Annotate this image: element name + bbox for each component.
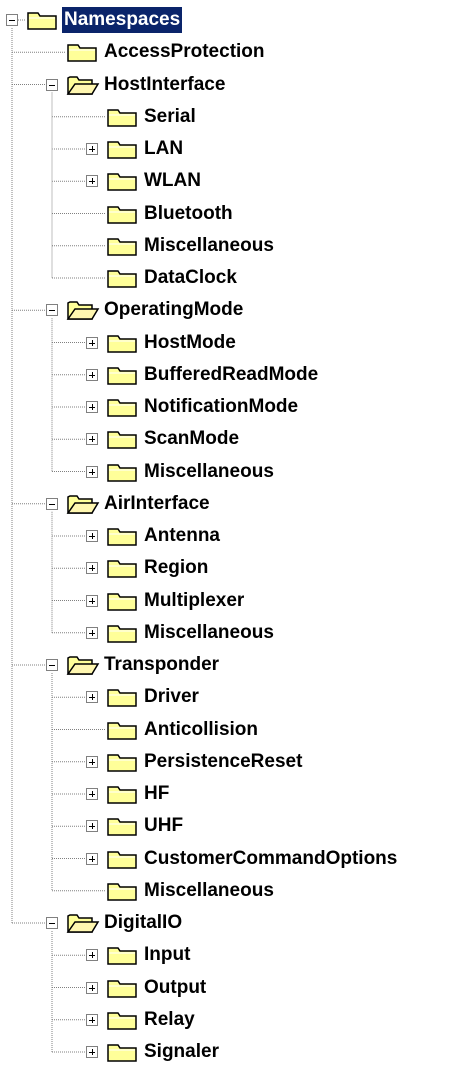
- tree-node-serial[interactable]: Serial: [142, 104, 198, 130]
- expand-toggle-host-mode[interactable]: [86, 336, 98, 349]
- expand-toggle-notification-mode[interactable]: [86, 401, 98, 413]
- folder-icon[interactable]: [106, 105, 140, 129]
- tree-node-notification-mode[interactable]: NotificationMode: [142, 394, 300, 420]
- tree-node-namespaces[interactable]: Namespaces: [62, 7, 183, 33]
- folder-icon[interactable]: [106, 943, 140, 967]
- folder-icon[interactable]: [106, 137, 140, 161]
- tree-node-scan-mode[interactable]: ScanMode: [142, 426, 241, 452]
- expand-toggle-customer-command-options[interactable]: [86, 852, 98, 865]
- tree-node-lan[interactable]: LAN: [142, 136, 185, 162]
- folder-icon[interactable]: [106, 427, 140, 451]
- folder-icon[interactable]: [106, 879, 140, 903]
- expand-toggle-hf[interactable]: [86, 788, 98, 800]
- expand-toggle-driver[interactable]: [86, 691, 98, 704]
- folder-icon[interactable]: [106, 363, 140, 387]
- tree-node-miscellaneous[interactable]: Miscellaneous: [142, 620, 276, 646]
- folder-icon[interactable]: [106, 1040, 140, 1064]
- collapse-toggle-operating-mode[interactable]: [46, 304, 58, 317]
- namespace-tree: Namespaces AccessProtection HostInterface S…: [0, 0, 458, 1062]
- folder-icon[interactable]: [106, 847, 140, 871]
- collapse-toggle-transponder[interactable]: [46, 659, 58, 671]
- expand-toggle-scan-mode[interactable]: [86, 433, 98, 446]
- tree-node-wlan[interactable]: WLAN: [142, 168, 203, 194]
- folder-icon[interactable]: [106, 750, 140, 774]
- expand-toggle-lan[interactable]: [86, 143, 98, 155]
- folder-icon[interactable]: [106, 460, 140, 484]
- expand-toggle-relay[interactable]: [86, 1013, 98, 1026]
- expand-toggle-input[interactable]: [86, 949, 98, 962]
- folder-icon[interactable]: [106, 1008, 140, 1032]
- collapse-toggle-air-interface[interactable]: [46, 497, 58, 510]
- folder-icon[interactable]: [106, 718, 140, 742]
- tree-node-miscellaneous[interactable]: Miscellaneous: [142, 233, 276, 259]
- tree-node-persistence-reset[interactable]: PersistenceReset: [142, 749, 304, 775]
- folder-icon[interactable]: [106, 589, 140, 613]
- tree-node-miscellaneous[interactable]: Miscellaneous: [142, 878, 276, 904]
- tree-node-output[interactable]: Output: [142, 975, 208, 1001]
- collapse-toggle-digital-io[interactable]: [46, 917, 58, 929]
- tree-node-transponder[interactable]: Transponder: [102, 652, 221, 678]
- folder-icon[interactable]: [106, 524, 140, 548]
- folder-icon[interactable]: [66, 911, 100, 935]
- folder-icon[interactable]: [106, 169, 140, 193]
- folder-icon[interactable]: [106, 234, 140, 258]
- tree-node-customer-command-options[interactable]: CustomerCommandOptions: [142, 846, 399, 872]
- tree-node-uhf[interactable]: UHF: [142, 813, 185, 839]
- folder-icon[interactable]: [106, 685, 140, 709]
- folder-icon[interactable]: [106, 266, 140, 290]
- expand-toggle-wlan[interactable]: [86, 175, 98, 188]
- tree-node-data-clock[interactable]: DataClock: [142, 265, 239, 291]
- folder-icon[interactable]: [66, 653, 100, 677]
- expand-toggle-miscellaneous[interactable]: [86, 626, 98, 639]
- tree-node-anticollision[interactable]: Anticollision: [142, 717, 260, 743]
- tree-node-air-interface[interactable]: AirInterface: [102, 491, 212, 517]
- expand-toggle-uhf[interactable]: [86, 820, 98, 833]
- tree-node-buffered-read-mode[interactable]: BufferedReadMode: [142, 362, 320, 388]
- tree-node-hf[interactable]: HF: [142, 781, 171, 807]
- tree-node-driver[interactable]: Driver: [142, 684, 201, 710]
- expand-toggle-buffered-read-mode[interactable]: [86, 368, 98, 381]
- folder-icon[interactable]: [66, 298, 100, 322]
- folder-icon[interactable]: [66, 492, 100, 516]
- expand-toggle-region[interactable]: [86, 562, 98, 575]
- folder-icon[interactable]: [106, 202, 140, 226]
- tree-node-operating-mode[interactable]: OperatingMode: [102, 297, 245, 323]
- expand-toggle-signaler[interactable]: [86, 1046, 98, 1058]
- folder-icon[interactable]: [26, 8, 60, 32]
- tree-node-antenna[interactable]: Antenna: [142, 523, 222, 549]
- tree-node-host-mode[interactable]: HostMode: [142, 330, 238, 356]
- tree-node-input[interactable]: Input: [142, 942, 192, 968]
- folder-icon[interactable]: [106, 621, 140, 645]
- folder-icon[interactable]: [106, 976, 140, 1000]
- folder-icon[interactable]: [106, 331, 140, 355]
- tree-node-bluetooth[interactable]: Bluetooth: [142, 201, 235, 227]
- tree-node-multiplexer[interactable]: Multiplexer: [142, 588, 246, 614]
- tree-node-host-interface[interactable]: HostInterface: [102, 72, 227, 98]
- folder-icon[interactable]: [106, 395, 140, 419]
- folder-icon[interactable]: [66, 40, 100, 64]
- expand-toggle-multiplexer[interactable]: [86, 594, 98, 607]
- tree-node-relay[interactable]: Relay: [142, 1007, 197, 1033]
- folder-icon[interactable]: [106, 782, 140, 806]
- tree-node-access-protection[interactable]: AccessProtection: [102, 39, 267, 65]
- expand-toggle-output[interactable]: [86, 981, 98, 994]
- expand-toggle-miscellaneous[interactable]: [86, 465, 98, 478]
- folder-icon[interactable]: [66, 73, 100, 97]
- tree-node-signaler[interactable]: Signaler: [142, 1039, 221, 1065]
- folder-icon[interactable]: [106, 814, 140, 838]
- expand-toggle-persistence-reset[interactable]: [86, 755, 98, 768]
- tree-node-region[interactable]: Region: [142, 555, 210, 581]
- expand-toggle-antenna[interactable]: [86, 530, 98, 542]
- tree-node-miscellaneous[interactable]: Miscellaneous: [142, 459, 276, 485]
- collapse-toggle-host-interface[interactable]: [46, 78, 58, 91]
- folder-icon[interactable]: [106, 556, 140, 580]
- collapse-toggle-namespaces[interactable]: [6, 14, 18, 26]
- tree-node-digital-io[interactable]: DigitalIO: [102, 910, 184, 936]
